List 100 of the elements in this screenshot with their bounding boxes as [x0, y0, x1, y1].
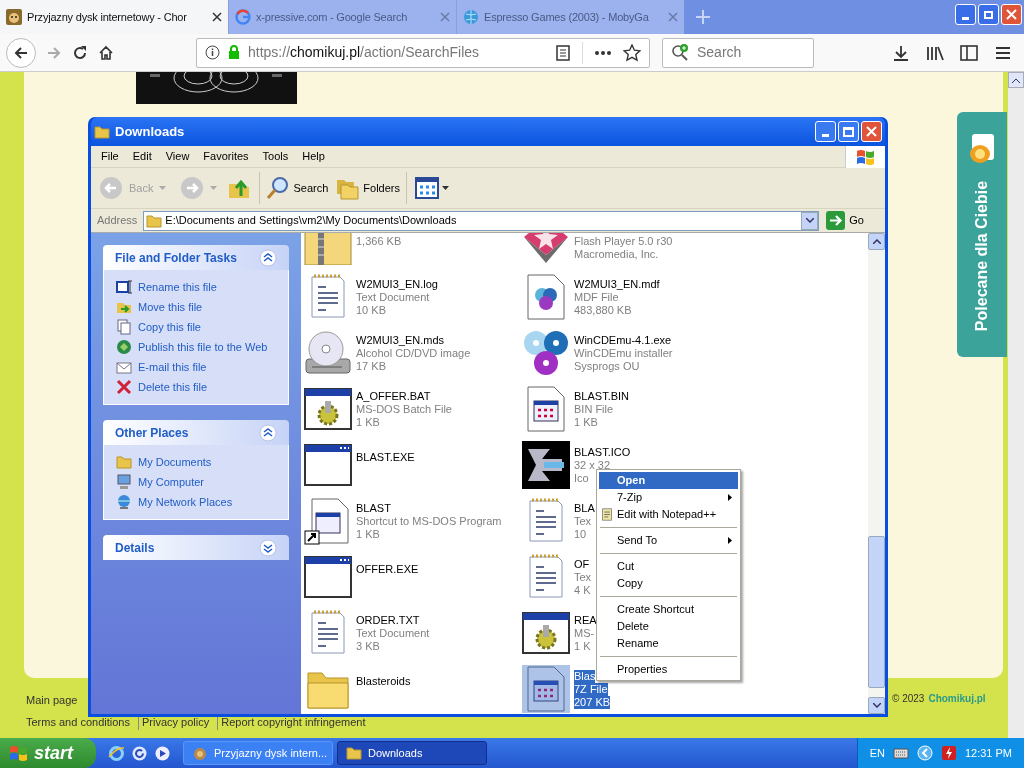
file-detail: Flash Player 5.0 r30 — [574, 235, 673, 248]
file-detail: Tex — [574, 514, 592, 528]
search-icon — [266, 176, 291, 200]
task-link[interactable]: My Computer — [116, 474, 276, 490]
file-name[interactable]: Blasteroids — [356, 674, 411, 688]
menu-item[interactable]: Open — [599, 472, 738, 489]
file-detail: Alcohol CD/DVD image — [356, 346, 471, 360]
download-icon[interactable] — [892, 43, 910, 62]
menu-item[interactable]: Create Shortcut — [599, 601, 738, 618]
menu-item[interactable]: Tools — [255, 148, 296, 165]
panel-header[interactable]: Details — [103, 535, 289, 560]
menu-item[interactable]: Copy — [599, 575, 738, 592]
star-icon[interactable] — [623, 43, 641, 62]
menu-item[interactable]: File — [94, 148, 126, 165]
close-button[interactable] — [1001, 4, 1022, 25]
task-link[interactable]: E-mail this file — [116, 359, 276, 375]
media-player-icon[interactable] — [154, 744, 171, 762]
submenu-arrow-icon — [728, 494, 732, 501]
close-button[interactable] — [861, 121, 882, 142]
reader-view-icon[interactable] — [556, 44, 570, 61]
file-name[interactable]: ORDER.TXT — [356, 613, 420, 627]
file-name[interactable]: W2MUI3_EN.mdf — [574, 277, 660, 291]
refresh-circle-icon[interactable] — [131, 744, 148, 762]
home-icon[interactable] — [98, 44, 114, 61]
menu-item[interactable]: Edit with Notepad++ — [599, 506, 738, 523]
menu-item[interactable]: Cut — [599, 558, 738, 575]
collapse-icon[interactable] — [259, 248, 277, 267]
minimize-button[interactable] — [955, 4, 976, 25]
back-button[interactable] — [6, 37, 36, 68]
sidebar-icon[interactable] — [960, 43, 978, 62]
globe-icon — [463, 9, 479, 25]
footer-link[interactable]: Terms and conditions — [26, 713, 130, 730]
task-link[interactable]: Delete this file — [116, 379, 276, 395]
file-detail: 1 KB — [574, 415, 598, 429]
more-icon[interactable] — [595, 50, 611, 55]
browser-tab[interactable]: Przyjazny dysk internetowy - Chor — [0, 0, 228, 34]
flash-tray-icon[interactable] — [940, 745, 957, 761]
task-link[interactable]: My Network Places — [116, 494, 276, 510]
info-icon[interactable] — [205, 45, 220, 60]
scroll-up-button[interactable] — [1008, 72, 1024, 88]
task-link[interactable]: Publish this file to the Web — [116, 339, 276, 355]
collapse-icon[interactable] — [259, 423, 277, 442]
file-name[interactable]: BLAST.EXE — [356, 450, 415, 464]
menu-item[interactable]: Send To — [599, 532, 738, 549]
file-name[interactable]: OFFER.EXE — [356, 562, 419, 576]
file-name[interactable]: A_OFFER.BAT — [356, 389, 431, 403]
file-name[interactable]: BLAST — [356, 501, 391, 515]
copy-pages-icon — [116, 319, 132, 335]
panel-title: File and Folder Tasks — [115, 249, 237, 267]
browser-e-icon[interactable] — [108, 744, 125, 762]
menu-item[interactable]: Favorites — [196, 148, 256, 165]
file-detail: 1,366 KB — [356, 235, 402, 248]
url-field[interactable]: https://chomikuj.pl/action/SearchFiles — [196, 37, 650, 68]
task-link[interactable]: Copy this file — [116, 319, 276, 335]
task-link[interactable]: Rename this file — [116, 279, 276, 295]
close-icon[interactable] — [212, 12, 222, 22]
search-field[interactable]: Search — [662, 37, 814, 68]
scroll-up-button[interactable] — [868, 233, 885, 250]
task-link[interactable]: My Documents — [116, 454, 276, 470]
scrollbar-thumb[interactable] — [868, 536, 885, 688]
caret-icon — [442, 186, 449, 190]
scroll-down-button[interactable] — [868, 697, 885, 714]
menu-item[interactable]: Edit — [125, 148, 159, 165]
file-name[interactable]: REA — [574, 613, 597, 627]
file-name[interactable]: W2MUI3_EN.mds — [356, 333, 445, 347]
menu-item[interactable]: Rename — [599, 635, 738, 652]
menu-item[interactable]: 7-Zip — [599, 489, 738, 506]
task-link[interactable]: Move this file — [116, 299, 276, 315]
taskbar-button[interactable]: Przyjazny dysk intern... — [183, 741, 333, 765]
menu-item[interactable]: Help — [295, 148, 332, 165]
panel-header[interactable]: File and Folder Tasks — [103, 245, 289, 270]
taskbar-button[interactable]: Downloads — [337, 741, 487, 765]
search-button[interactable]: Search — [264, 171, 331, 205]
file-name[interactable]: WinCDEmu-4.1.exe — [574, 333, 672, 347]
file-name[interactable]: BLAST.BIN — [574, 389, 630, 403]
menu-item[interactable]: View — [158, 148, 197, 165]
go-button[interactable]: Go — [823, 211, 881, 230]
menu-item[interactable]: Properties — [599, 661, 738, 678]
panel-title: Details — [115, 539, 155, 557]
maximize-button[interactable] — [838, 121, 859, 142]
side-tab-label: Polecane dla Ciebie — [972, 179, 991, 334]
caret-icon — [872, 703, 881, 708]
reload-icon[interactable] — [72, 44, 88, 61]
file-name[interactable]: BLAST.ICO — [574, 445, 631, 459]
expand-icon[interactable] — [259, 538, 277, 557]
chevron-icon[interactable] — [916, 745, 933, 761]
folders-button[interactable]: Folders — [334, 171, 402, 205]
panel-header[interactable]: Other Places — [103, 420, 289, 445]
file-name[interactable]: Blas — [574, 669, 596, 683]
restore-button[interactable] — [978, 4, 999, 25]
file-name[interactable]: W2MUI3_EN.log — [356, 277, 438, 291]
footer-link[interactable]: Main page — [26, 692, 78, 709]
keyboard-icon[interactable] — [892, 747, 909, 759]
address-field[interactable]: E:\Documents and Settings\vm2\My Documents\Downloads — [143, 210, 820, 231]
start-button[interactable]: start — [0, 738, 96, 768]
minimize-button[interactable] — [815, 121, 836, 142]
dropdown-button[interactable] — [801, 211, 819, 230]
file-name[interactable]: BLA — [574, 501, 595, 515]
menu-item[interactable]: Delete — [599, 618, 738, 635]
file-name[interactable]: OF — [574, 557, 590, 571]
